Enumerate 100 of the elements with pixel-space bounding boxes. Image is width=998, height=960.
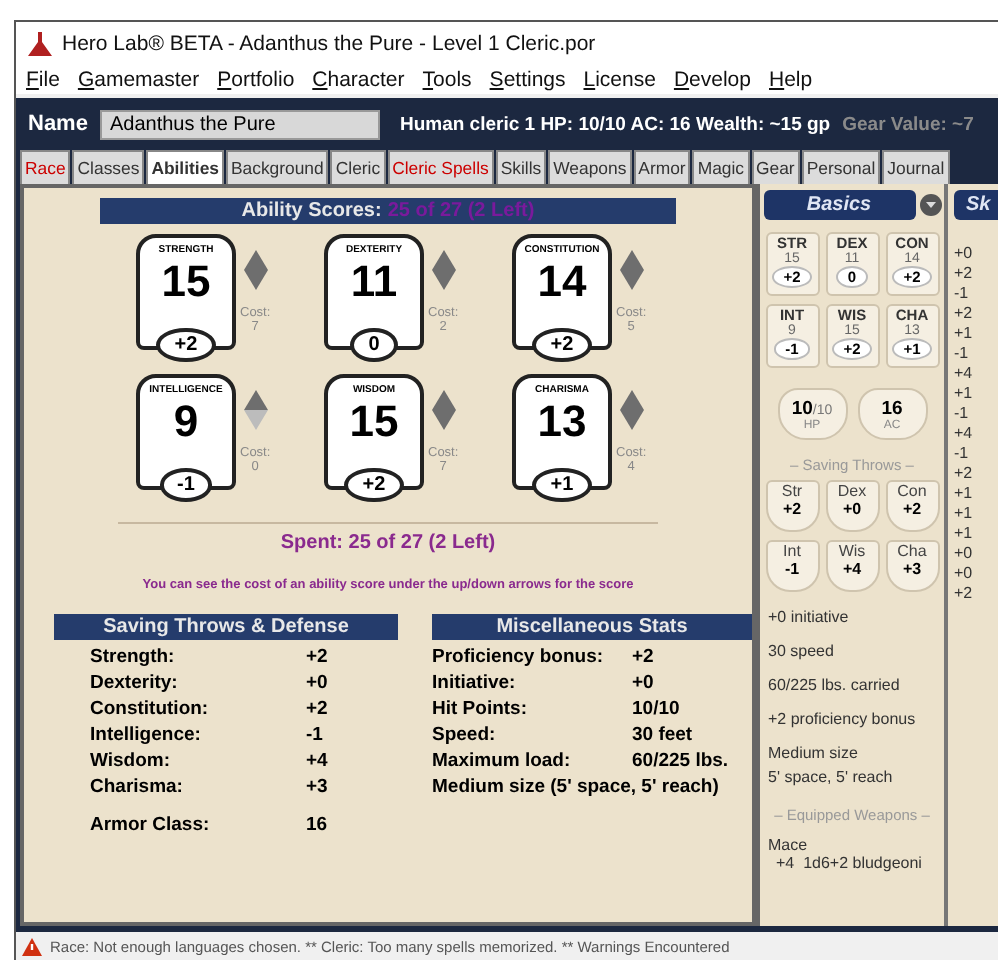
spent-text: Spent: 25 of 27 (2 Left) <box>280 532 496 554</box>
save-value: +0 <box>842 500 862 518</box>
ability-modifier: -1 <box>159 468 213 502</box>
skill-bonus: +4 <box>954 364 975 384</box>
stat-label: Proficiency bonus: <box>432 646 606 668</box>
skill-bonus: +1 <box>954 504 975 524</box>
size-text: Medium size 5' space, 5' reach <box>766 742 893 790</box>
skill-bonus: -1 <box>954 404 971 424</box>
menu-item[interactable]: Tools <box>422 68 472 92</box>
tab[interactable]: Skills <box>495 150 547 184</box>
save-value: -1 <box>784 560 800 578</box>
window-title: Hero Lab® BETA - Adanthus the Pure - Level 1 Cleric.por <box>62 32 596 56</box>
skill-bonus: +1 <box>954 324 975 344</box>
save-value: +3 <box>902 560 922 578</box>
size-text: Medium size (5' space, 5' reach) <box>432 776 721 798</box>
stat-value: +2 <box>306 698 330 720</box>
stat-label: Intelligence: <box>90 724 203 746</box>
stat-label: Dexterity: <box>90 672 180 694</box>
basics-tab[interactable]: Basics <box>763 190 915 220</box>
save-abbr: Cha <box>897 542 927 560</box>
tab[interactable]: Journal <box>882 150 950 184</box>
name-field[interactable]: Adanthus the Pure <box>99 109 380 139</box>
down-arrow-button[interactable] <box>431 270 456 290</box>
up-arrow-button[interactable] <box>243 390 268 410</box>
weapon-stats: +4 1d6+2 bludgeoni <box>774 854 922 872</box>
save-abbr: Con <box>897 482 927 500</box>
tab[interactable]: Magic <box>692 150 750 184</box>
tab[interactable]: Background <box>225 150 329 184</box>
skill-bonus: +2 <box>954 584 975 604</box>
tab[interactable]: Armor <box>633 150 691 184</box>
tab[interactable]: Personal <box>801 150 881 184</box>
down-arrow-button[interactable] <box>619 270 644 290</box>
menu-item[interactable]: Settings <box>489 68 566 92</box>
down-arrow-button[interactable] <box>243 270 268 290</box>
ability-score: 13 <box>537 398 587 446</box>
up-arrow-button[interactable] <box>431 250 456 270</box>
menu-item[interactable]: File <box>26 68 60 92</box>
save-value: +2 <box>902 500 922 518</box>
tab[interactable]: Weapons <box>548 150 632 184</box>
menu-item[interactable]: Character <box>312 68 405 92</box>
tab[interactable]: Cleric Spells <box>387 150 494 184</box>
menu-item[interactable]: Develop <box>673 68 751 92</box>
ability-score: 14 <box>537 258 587 306</box>
stat-value: +0 <box>632 672 656 694</box>
ability-score: 15 <box>161 258 211 306</box>
character-summary: Human cleric 1 HP: 10/10 AC: 16 Wealth: ~15 gp <box>399 113 831 135</box>
skill-bonus: +1 <box>954 384 975 404</box>
ability-modifier: +2 <box>532 328 592 362</box>
up-arrow-button[interactable] <box>431 390 456 410</box>
stat-value: +2 <box>306 646 330 668</box>
skill-bonus: +0 <box>954 244 975 264</box>
down-arrow-button[interactable] <box>619 410 644 430</box>
points-value: 25 of 27 (2 Left) <box>387 200 535 222</box>
tab[interactable]: Race <box>20 150 71 184</box>
tab[interactable]: Classes <box>72 150 145 184</box>
stat-value: +3 <box>306 776 330 798</box>
save-abbr: Str <box>781 482 803 500</box>
skill-bonus: +1 <box>954 524 975 544</box>
tab[interactable]: Abilities <box>146 150 224 184</box>
flask-icon <box>28 32 52 56</box>
menu-item[interactable]: Gamemaster <box>77 68 200 92</box>
stat-line: +2 proficiency bonus <box>766 710 916 728</box>
warning-icon <box>22 938 42 956</box>
stat-value: -1 <box>306 724 325 746</box>
stat-label: Charisma: <box>90 776 185 798</box>
skills-header[interactable]: Sk <box>954 190 998 220</box>
save-value: +4 <box>842 560 862 578</box>
ability-modifier: +1 <box>532 468 592 502</box>
tab[interactable]: Gear <box>751 150 800 184</box>
ability-score: 15 <box>349 398 399 446</box>
save-abbr: Int <box>783 542 801 560</box>
ability-modifier: 0 <box>350 328 398 362</box>
up-arrow-button[interactable] <box>243 250 268 270</box>
skill-bonus: -1 <box>954 284 971 304</box>
skill-bonus: -1 <box>954 444 971 464</box>
up-arrow-button[interactable] <box>619 390 644 410</box>
ability-score: 11 <box>350 258 398 306</box>
up-arrow-button[interactable] <box>619 250 644 270</box>
skill-bonus: +2 <box>954 464 975 484</box>
dropdown-icon[interactable] <box>919 194 941 216</box>
stat-value: 30 feet <box>632 724 695 746</box>
ability-modifier: +2 <box>156 328 216 362</box>
down-arrow-button[interactable] <box>431 410 456 430</box>
skill-bonus: +2 <box>954 304 975 324</box>
stat-value: +4 <box>306 750 330 772</box>
stat-label: Wisdom: <box>90 750 173 772</box>
stat-value: 16 <box>306 814 330 836</box>
stat-label: Armor Class: <box>90 814 212 836</box>
skill-bonus: +0 <box>954 564 975 584</box>
menu-item[interactable]: License <box>583 68 656 92</box>
stat-line: 60/225 lbs. carried <box>766 676 900 694</box>
stat-label: Constitution: <box>90 698 211 720</box>
stat-label: Hit Points: <box>432 698 529 720</box>
save-abbr: Wis <box>838 542 866 560</box>
ability-modifier: +2 <box>344 468 404 502</box>
stat-label: Speed: <box>432 724 498 746</box>
menu-item[interactable]: Portfolio <box>217 68 295 92</box>
menu-item[interactable]: Help <box>769 68 813 92</box>
tab[interactable]: Cleric <box>330 150 386 184</box>
weapon-name: Mace <box>766 836 808 854</box>
